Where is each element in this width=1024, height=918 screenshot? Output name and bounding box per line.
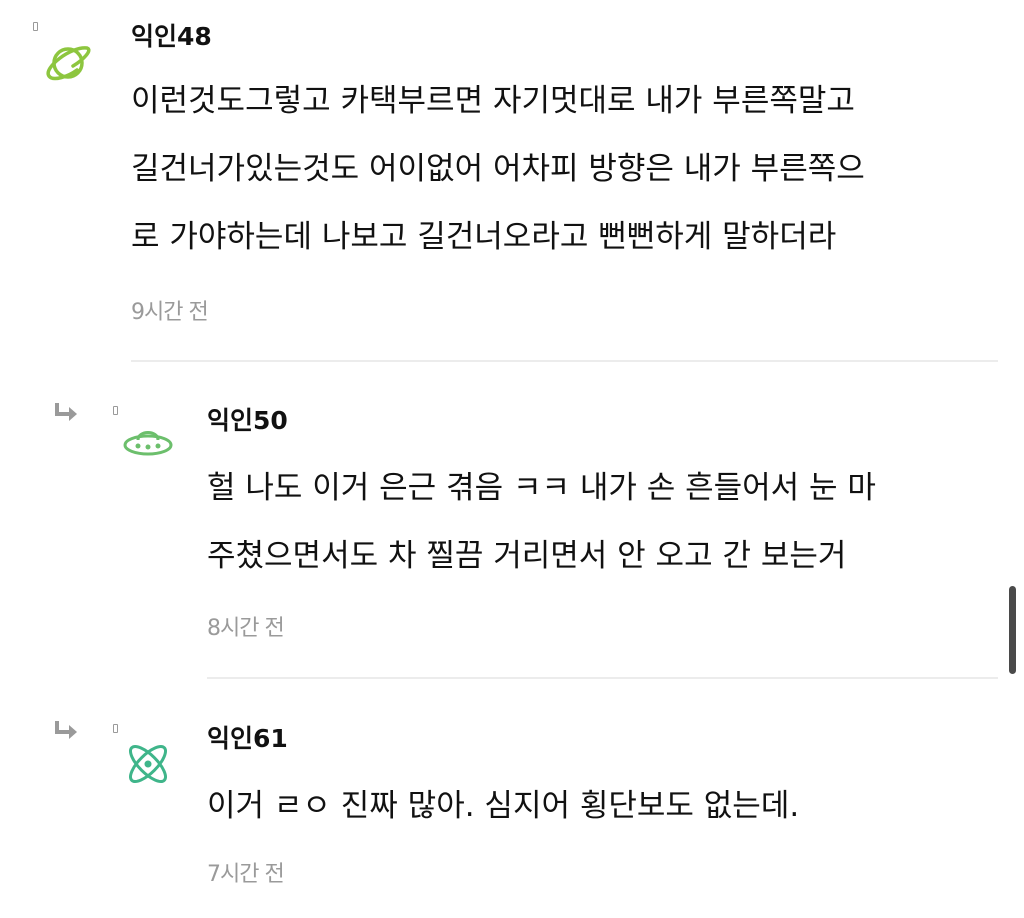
comment-item: 익인50 헐 나도 이거 은근 겪음 ㅋㅋ 내가 손 흔들어서 눈 마 주쳤으면…: [0, 362, 1024, 680]
comment-timestamp: 9시간 전: [131, 300, 209, 325]
reply-arrow-icon: [55, 403, 77, 421]
atom-icon[interactable]: [122, 738, 172, 788]
small-box-icon[interactable]: [113, 406, 118, 415]
comment-author: 익인48: [131, 22, 212, 51]
small-box-icon[interactable]: [33, 22, 38, 31]
small-box-icon[interactable]: [113, 724, 118, 733]
planet-icon[interactable]: [43, 38, 93, 88]
scrollbar[interactable]: [1009, 586, 1016, 674]
comment-author: 익인50: [207, 406, 288, 435]
comment-author: 익인61: [207, 724, 288, 753]
comment-timestamp: 7시간 전: [207, 862, 285, 887]
ufo-icon[interactable]: [122, 422, 173, 472]
comment-timestamp: 8시간 전: [207, 616, 285, 641]
comment-body: 이거 ㄹㅇ 진짜 많아. 심지어 횡단보도 없는데.: [207, 788, 800, 824]
comment-body: 헐 나도 이거 은근 겪음 ㅋㅋ 내가 손 흔들어서 눈 마 주쳤으면서도 차 …: [207, 470, 876, 574]
comment-item: 익인48 이런것도그렇고 카택부르면 자기멋대로 내가 부른쪽말고 길건너가있는…: [0, 0, 1024, 362]
comment-item: 익인61 이거 ㄹㅇ 진짜 많아. 심지어 횡단보도 없는데. 7시간 전: [0, 680, 1024, 918]
comment-divider: [207, 677, 998, 679]
reply-arrow-icon: [55, 721, 77, 739]
comment-body: 이런것도그렇고 카택부르면 자기멋대로 내가 부른쪽말고 길건너가있는것도 어이…: [131, 83, 865, 255]
